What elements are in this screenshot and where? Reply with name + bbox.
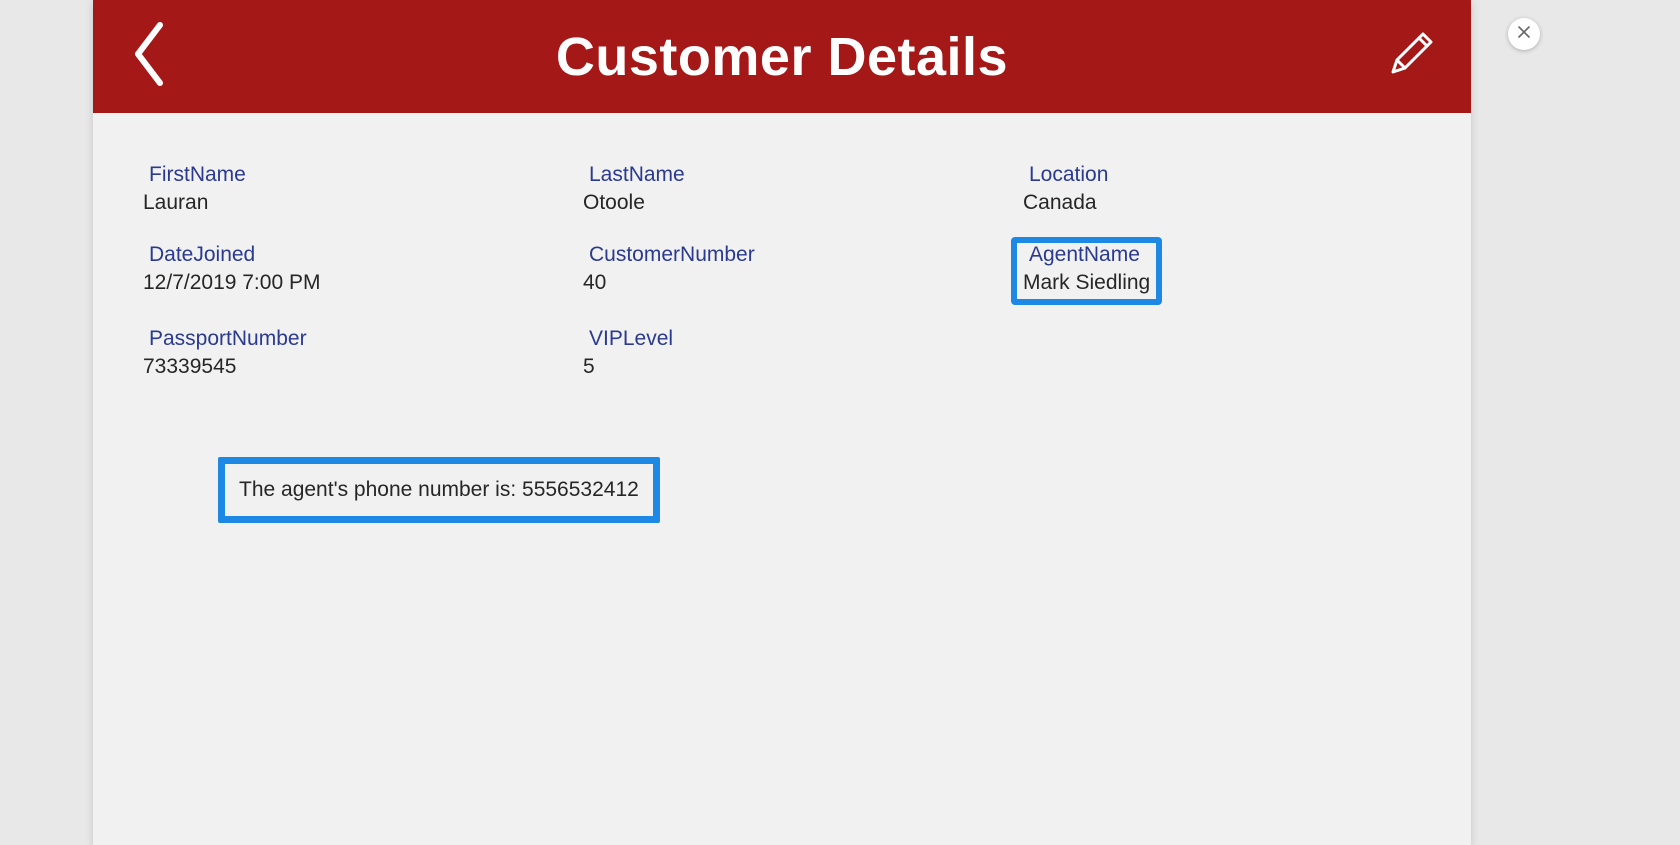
field-value: 40	[583, 271, 1023, 295]
panel-header: Customer Details	[93, 0, 1471, 113]
close-icon	[1517, 25, 1531, 44]
field-value: Otoole	[583, 191, 1023, 215]
panel-title: Customer Details	[556, 26, 1008, 88]
note-text: The agent's phone number is: 5556532412	[239, 478, 639, 502]
field-value: 5	[583, 355, 1023, 379]
field-value: 73339545	[143, 355, 583, 379]
edit-button[interactable]	[1381, 27, 1441, 87]
close-button[interactable]	[1508, 18, 1540, 50]
field-empty	[1023, 327, 1463, 379]
field-label: AgentName	[1023, 243, 1150, 267]
field-value: Lauran	[143, 191, 583, 215]
field-vip-level: VIPLevel 5	[583, 327, 1023, 379]
customer-details-panel: Customer Details FirstName Lauran LastN	[93, 0, 1471, 845]
agent-phone-note: The agent's phone number is: 5556532412	[218, 457, 660, 523]
field-value: Canada	[1023, 191, 1463, 215]
field-label: PassportNumber	[143, 327, 583, 351]
field-label: DateJoined	[143, 243, 583, 267]
field-label: FirstName	[143, 163, 583, 187]
back-button[interactable]	[123, 22, 173, 92]
field-label: CustomerNumber	[583, 243, 1023, 267]
field-label: LastName	[583, 163, 1023, 187]
field-location: Location Canada	[1023, 163, 1463, 215]
field-agent-name-wrapper: AgentName Mark Siedling	[1023, 243, 1463, 299]
field-first-name: FirstName Lauran	[143, 163, 583, 215]
field-agent-name: AgentName Mark Siedling	[1011, 237, 1162, 305]
field-value: 12/7/2019 7:00 PM	[143, 271, 583, 295]
field-value: Mark Siedling	[1023, 271, 1150, 295]
field-label: Location	[1023, 163, 1463, 187]
field-label: VIPLevel	[583, 327, 1023, 351]
pencil-icon	[1385, 28, 1437, 85]
field-last-name: LastName Otoole	[583, 163, 1023, 215]
field-date-joined: DateJoined 12/7/2019 7:00 PM	[143, 243, 583, 299]
panel-body: FirstName Lauran LastName Otoole Locatio…	[93, 113, 1471, 379]
chevron-left-icon	[128, 19, 168, 94]
field-passport-number: PassportNumber 73339545	[143, 327, 583, 379]
field-customer-number: CustomerNumber 40	[583, 243, 1023, 299]
fields-grid: FirstName Lauran LastName Otoole Locatio…	[143, 163, 1421, 379]
